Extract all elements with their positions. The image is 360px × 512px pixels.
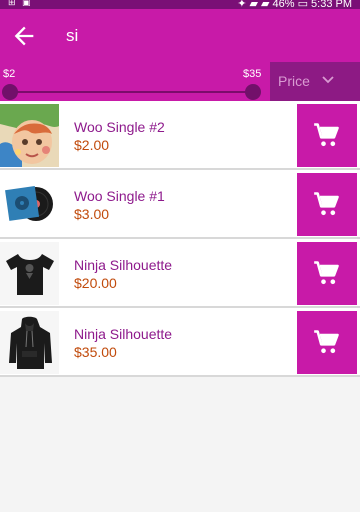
add-to-cart-button[interactable] [297, 311, 357, 374]
shopping-cart-icon [314, 261, 339, 285]
product-name: Ninja Silhouette [74, 326, 173, 342]
painted-child-photo-icon [0, 104, 59, 167]
product-row[interactable]: Woo Single #1 $3.00 [0, 170, 360, 239]
shopping-cart-icon [314, 123, 339, 147]
product-name: Ninja Silhouette [74, 257, 173, 273]
product-price: $35.00 [74, 344, 117, 360]
shopping-cart-icon [314, 330, 339, 354]
price-max-slider-thumb[interactable] [245, 84, 261, 100]
product-row[interactable]: Ninja Silhouette $35.00 [0, 308, 360, 377]
price-min-label: $2 [3, 68, 16, 80]
product-name: Woo Single #1 [74, 188, 165, 204]
black-tshirt-icon [0, 242, 59, 305]
product-price: $20.00 [74, 275, 117, 291]
back-button[interactable] [10, 22, 38, 50]
app-bar [0, 9, 360, 62]
price-min-slider-thumb[interactable] [2, 84, 18, 100]
product-price: $2.00 [74, 137, 110, 153]
sort-dropdown-label: Price [278, 73, 310, 89]
price-range-track[interactable] [9, 91, 253, 93]
status-bar: ⊞ ▣ ✦ ▰ ▰ 46% ▭ 5:33 PM [0, 0, 360, 10]
add-to-cart-button[interactable] [297, 242, 357, 305]
status-notification-icons: ⊞ ▣ [8, 0, 33, 7]
add-to-cart-button[interactable] [297, 104, 357, 167]
search-input[interactable] [66, 23, 346, 49]
product-thumbnail [0, 104, 59, 167]
product-thumbnail [0, 311, 59, 374]
product-name: Woo Single #2 [74, 119, 165, 135]
sort-dropdown[interactable]: Price [270, 62, 360, 101]
vinyl-record-icon [0, 173, 59, 236]
product-thumbnail [0, 173, 59, 236]
product-row[interactable]: Woo Single #2 $2.00 [0, 101, 360, 170]
black-hoodie-icon [0, 311, 59, 374]
price-max-label: $35 [243, 68, 262, 80]
product-price: $3.00 [74, 206, 110, 222]
product-thumbnail [0, 242, 59, 305]
product-row[interactable]: Ninja Silhouette $20.00 [0, 239, 360, 308]
arrow-left-icon [14, 26, 34, 46]
shopping-cart-icon [314, 192, 339, 216]
chevron-down-icon [322, 76, 334, 84]
add-to-cart-button[interactable] [297, 173, 357, 236]
product-list: Woo Single #2 $2.00 Woo Single #1 $3.00 … [0, 101, 360, 377]
